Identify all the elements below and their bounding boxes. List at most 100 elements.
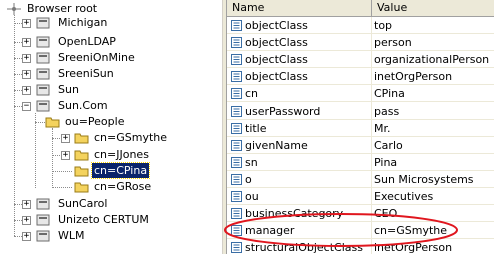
table-row[interactable]: o Sun Microsystems xyxy=(227,171,494,188)
tree-node-unizeto-certum[interactable]: + Unizeto CERTUM xyxy=(0,212,220,228)
tree-node-cn-grose[interactable]: cn=GRose xyxy=(0,179,220,195)
attribute-value[interactable]: CEO xyxy=(374,205,494,222)
attribute-name: title xyxy=(245,121,267,135)
server-icon xyxy=(36,84,50,96)
attribute-value[interactable]: inetOrgPerson xyxy=(374,68,494,85)
tree-node-label[interactable]: ou=People xyxy=(63,114,126,129)
attribute-value[interactable]: person xyxy=(374,34,494,51)
attribute-icon xyxy=(231,242,242,254)
attribute-icon xyxy=(231,208,242,220)
tree-node-label[interactable]: SunCarol xyxy=(56,196,109,211)
attribute-value[interactable]: pass xyxy=(374,103,494,120)
attribute-icon xyxy=(231,173,242,185)
tree-root-label[interactable]: Browser root xyxy=(25,1,99,16)
attribute-value[interactable]: Pina xyxy=(374,154,494,171)
table-row[interactable]: userPassword pass xyxy=(227,103,494,120)
attribute-icon xyxy=(231,139,242,151)
attribute-icon xyxy=(231,156,242,168)
tree-node-label[interactable]: cn=GRose xyxy=(92,179,153,194)
tree-node-suncarol[interactable]: + SunCarol xyxy=(0,196,220,212)
tree-connector xyxy=(52,187,72,188)
attribute-table[interactable]: Name Value objectClass top objectClass pers… xyxy=(227,0,494,254)
tree-node-sun[interactable]: + Sun xyxy=(0,82,220,98)
tree-node-cn-gsmythe[interactable]: + cn=GSmythe xyxy=(0,130,220,146)
tree-node-label[interactable]: SreeniOnMine xyxy=(56,50,137,65)
expand-icon[interactable]: + xyxy=(22,54,31,63)
tree-node-sreenionmine[interactable]: + SreeniOnMine xyxy=(0,50,220,66)
attribute-icon xyxy=(231,225,242,237)
attribute-name: businessCategory xyxy=(245,207,344,221)
attribute-icon xyxy=(231,20,242,31)
tree-node-cn-jjones[interactable]: + cn=JJones xyxy=(0,147,220,163)
folder-icon xyxy=(74,150,89,161)
expand-icon[interactable]: + xyxy=(22,232,31,241)
tree-node-michigan[interactable]: + Michigan xyxy=(0,15,220,31)
server-icon xyxy=(36,214,50,226)
attribute-value[interactable]: Sun Microsystems xyxy=(374,171,494,188)
server-icon xyxy=(36,198,50,210)
expand-icon[interactable]: + xyxy=(22,38,31,47)
tree-node-sreenisun[interactable]: + SreeniSun xyxy=(0,66,220,82)
attribute-value[interactable]: CPina xyxy=(374,85,494,102)
tree-node-label[interactable]: Unizeto CERTUM xyxy=(56,212,151,227)
tree-node-label[interactable]: OpenLDAP xyxy=(56,34,118,49)
tree-node-label[interactable]: Sun.Com xyxy=(56,98,110,113)
column-header-name[interactable]: Name xyxy=(227,0,372,16)
expand-icon[interactable]: + xyxy=(22,86,31,95)
tree-node-label[interactable]: Michigan xyxy=(56,15,109,30)
tree-node-wlm[interactable]: + WLM xyxy=(0,228,220,244)
attribute-value[interactable]: organizationalPerson xyxy=(374,51,494,68)
expand-icon[interactable]: + xyxy=(22,19,31,28)
table-row[interactable]: objectClass organizationalPerson xyxy=(227,51,494,69)
tree-node-ou-people[interactable]: ou=People xyxy=(0,114,220,130)
attribute-value[interactable]: Executives xyxy=(374,188,494,205)
attribute-icon xyxy=(231,88,242,100)
attribute-name: givenName xyxy=(245,138,308,152)
tree-node-label-selected[interactable]: cn=CPina xyxy=(90,162,151,179)
tree-node-openldap[interactable]: + OpenLDAP xyxy=(0,34,220,50)
table-row[interactable]: businessCategory CEO xyxy=(227,205,494,223)
attribute-icon xyxy=(231,37,242,49)
tree-node-cn-cpina[interactable]: cn=CPina xyxy=(0,162,220,179)
table-row[interactable]: manager cn=GSmythe xyxy=(227,222,494,240)
table-row[interactable]: givenName Carlo xyxy=(227,137,494,154)
attribute-icon xyxy=(231,122,242,134)
folder-icon xyxy=(74,182,89,193)
attribute-icon xyxy=(231,71,242,83)
attribute-name: manager xyxy=(245,224,295,238)
table-row[interactable]: objectClass inetOrgPerson xyxy=(227,68,494,86)
expand-icon[interactable]: + xyxy=(61,134,70,143)
table-row[interactable]: title Mr. xyxy=(227,120,494,137)
server-icon xyxy=(36,52,50,64)
tree-node-label[interactable]: cn=GSmythe xyxy=(92,130,169,145)
table-row[interactable]: cn CPina xyxy=(227,85,494,103)
expand-icon[interactable]: + xyxy=(22,200,31,209)
folder-icon xyxy=(74,133,89,144)
expand-icon[interactable]: + xyxy=(22,216,31,225)
expand-icon[interactable]: + xyxy=(22,70,31,79)
open-folder-icon xyxy=(45,117,60,128)
server-icon xyxy=(36,36,50,48)
attribute-value[interactable]: cn=GSmythe xyxy=(374,222,494,239)
expand-icon[interactable]: + xyxy=(61,151,70,160)
table-row[interactable]: sn Pina xyxy=(227,154,494,171)
directory-tree[interactable]: Browser root + Michigan + OpenLDAP + Sre… xyxy=(0,0,222,254)
tree-node-label[interactable]: Sun xyxy=(56,82,81,97)
attribute-name: objectClass xyxy=(245,36,308,50)
table-row[interactable]: ou Executives xyxy=(227,188,494,205)
attribute-value[interactable]: Mr. xyxy=(374,120,494,137)
tree-node-label[interactable]: SreeniSun xyxy=(56,66,116,81)
column-header-value[interactable]: Value xyxy=(372,0,494,16)
tree-node-label[interactable]: cn=JJones xyxy=(92,147,151,162)
table-row[interactable]: structuralObjectClass inetOrgPerson xyxy=(227,239,494,254)
collapse-icon[interactable]: − xyxy=(22,102,31,111)
attribute-name: o xyxy=(245,172,252,186)
attribute-name: cn xyxy=(245,87,259,101)
table-row[interactable]: objectClass top xyxy=(227,17,494,34)
tree-node-sun-com[interactable]: − Sun.Com xyxy=(0,98,220,114)
table-row[interactable]: objectClass person xyxy=(227,34,494,52)
tree-node-label[interactable]: WLM xyxy=(56,228,87,243)
attribute-value[interactable]: inetOrgPerson xyxy=(374,239,494,254)
attribute-value[interactable]: top xyxy=(374,17,494,34)
attribute-value[interactable]: Carlo xyxy=(374,137,494,154)
